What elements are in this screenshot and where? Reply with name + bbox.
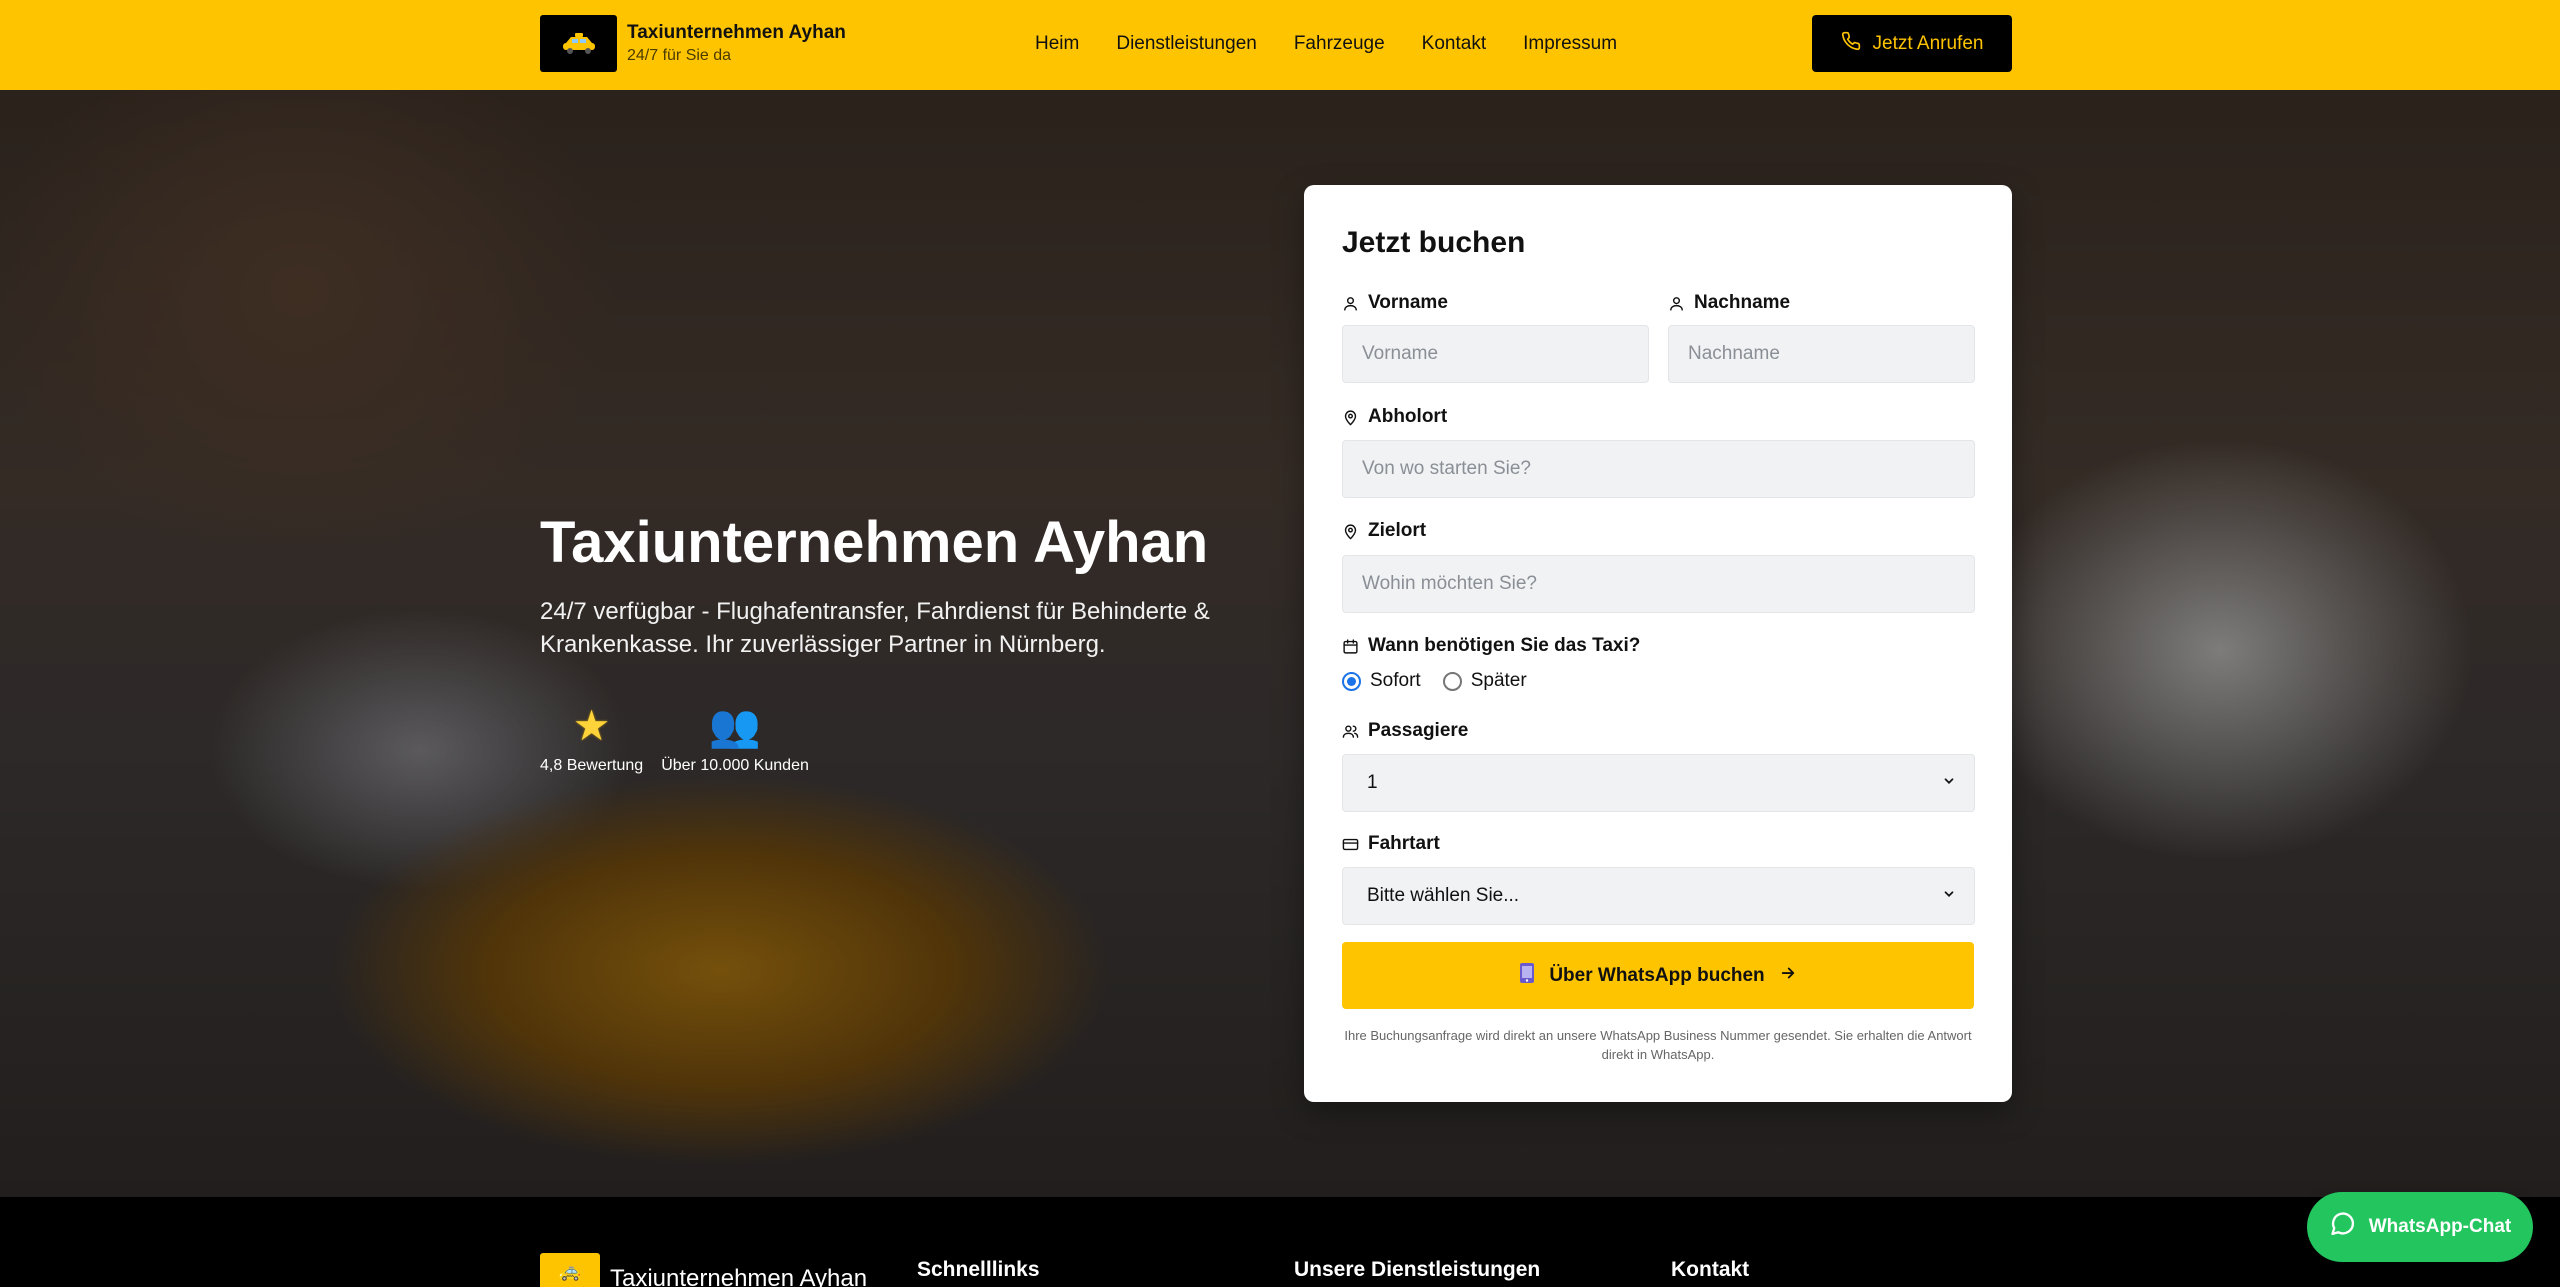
radio-spaeter[interactable]: Später (1442, 670, 1527, 692)
nav-link-dienstleistungen[interactable]: Dienstleistungen (1116, 31, 1256, 57)
pickup-input[interactable] (1342, 440, 1975, 498)
ride-type-value: Bitte wählen Sie... (1367, 885, 1520, 906)
whatsapp-book-button[interactable]: Über WhatsApp buchen (1342, 942, 1974, 1009)
booking-note: Ihre Buchungsanfrage wird direkt an unse… (1344, 1028, 1972, 1062)
booking-card: Jetzt buchen Vorname Nachname Abholort Z… (1304, 185, 2012, 1102)
hero-stats: ★ 4,8 Bewertung 👥 Über 10.000 Kunden (540, 700, 809, 776)
last-name-input[interactable] (1668, 325, 1975, 383)
stat-customers: 👥 Über 10.000 Kunden (661, 700, 809, 776)
pickup-label: Abholort (1342, 405, 1447, 429)
footer-brand-name: Taxiunternehmen Ayhan (610, 1265, 868, 1287)
call-now-button[interactable]: Jetzt Anrufen (1812, 15, 2012, 72)
nav-link-impressum[interactable]: Impressum (1523, 31, 1617, 57)
hero-section: Taxiunternehmen Ayhan 24/7 verfügbar - F… (0, 90, 2560, 1197)
ride-type-label: Fahrtart (1342, 832, 1440, 856)
star-icon: ★ (572, 702, 611, 749)
people-icon: 👥 (708, 702, 762, 749)
last-name-label-text: Nachname (1694, 292, 1791, 313)
radio-spaeter-dot[interactable] (1442, 671, 1462, 691)
passengers-label: Passagiere (1342, 719, 1468, 743)
brand-name: Taxiunternehmen Ayhan (627, 21, 846, 43)
passengers-label-text: Passagiere (1368, 720, 1469, 741)
when-label: Wann benötigen Sie das Taxi? (1342, 634, 1640, 658)
when-label-text: Wann benötigen Sie das Taxi? (1368, 635, 1641, 656)
whatsapp-chat-label: WhatsApp-Chat (2368, 1216, 2512, 1237)
hero-subtitle: 24/7 verfügbar - Flughafentransfer, Fahr… (540, 598, 1210, 658)
credit-card-icon (1342, 838, 1359, 850)
pickup-label-text: Abholort (1368, 406, 1448, 427)
when-radio-group: Sofort Später (1342, 670, 1527, 692)
nav-link-kontakt[interactable]: Kontakt (1422, 31, 1486, 57)
radio-sofort-dot[interactable] (1342, 671, 1361, 691)
radio-spaeter-label: Später (1470, 670, 1527, 691)
stat-customers-label: Über 10.000 Kunden (661, 757, 809, 774)
chevron-down-icon (1942, 885, 1956, 907)
site-footer: 🚕 Taxiunternehmen Ayhan Schnelllinks Uns… (0, 1197, 2560, 1287)
map-pin-icon (1344, 523, 1357, 540)
call-now-label: Jetzt Anrufen (1872, 32, 1984, 54)
stat-rating-label: 4,8 Bewertung (540, 757, 644, 774)
whatsapp-chat-button[interactable]: WhatsApp-Chat (2307, 1192, 2533, 1262)
calendar-icon (1343, 638, 1358, 654)
taxi-icon (540, 15, 617, 72)
brand[interactable]: Taxiunternehmen Ayhan 24/7 für Sie da (540, 15, 846, 72)
first-name-label: Vorname (1342, 291, 1448, 315)
last-name-label: Nachname (1668, 291, 1790, 315)
first-name-label-text: Vorname (1368, 292, 1448, 313)
chevron-down-icon (1942, 772, 1956, 794)
brand-tagline: 24/7 für Sie da (627, 46, 732, 64)
first-name-input[interactable] (1342, 325, 1649, 383)
users-icon (1342, 724, 1359, 738)
booking-title: Jetzt buchen (1342, 226, 1526, 259)
brand-text: Taxiunternehmen Ayhan 24/7 für Sie da (627, 21, 846, 67)
arrow-right-icon (1779, 964, 1797, 988)
footer-heading-dienstleistungen: Unsere Dienstleistungen (1294, 1258, 1541, 1281)
destination-label-text: Zielort (1368, 520, 1427, 541)
radio-sofort-label: Sofort (1370, 670, 1421, 691)
phone-device-icon (1519, 962, 1535, 989)
footer-heading-kontakt: Kontakt (1671, 1258, 1750, 1281)
ride-type-select[interactable]: Bitte wählen Sie... (1342, 867, 1975, 925)
phone-icon (1841, 31, 1861, 57)
passengers-select[interactable]: 1 (1342, 754, 1975, 812)
footer-taxi-icon: 🚕 (540, 1253, 600, 1287)
map-pin-icon (1344, 409, 1357, 426)
user-icon (1344, 296, 1357, 311)
passengers-value: 1 (1367, 772, 1378, 793)
stat-rating: ★ 4,8 Bewertung (540, 700, 643, 776)
destination-input[interactable] (1342, 555, 1975, 613)
main-nav: Heim Dienstleistungen Fahrzeuge Kontakt … (1035, 31, 1617, 57)
chat-bubble-icon (2329, 1210, 2357, 1244)
footer-heading-schnelllinks: Schnelllinks (917, 1258, 1040, 1281)
ride-type-label-text: Fahrtart (1368, 833, 1440, 854)
nav-link-fahrzeuge[interactable]: Fahrzeuge (1294, 31, 1385, 57)
nav-link-heim[interactable]: Heim (1035, 31, 1079, 57)
radio-sofort[interactable]: Sofort (1342, 670, 1421, 692)
destination-label: Zielort (1342, 519, 1426, 543)
hero-title: Taxiunternehmen Ayhan (540, 510, 1209, 575)
site-header: Taxiunternehmen Ayhan 24/7 für Sie da He… (0, 0, 2560, 90)
whatsapp-book-label: Über WhatsApp buchen (1549, 964, 1765, 986)
user-icon (1670, 296, 1683, 311)
